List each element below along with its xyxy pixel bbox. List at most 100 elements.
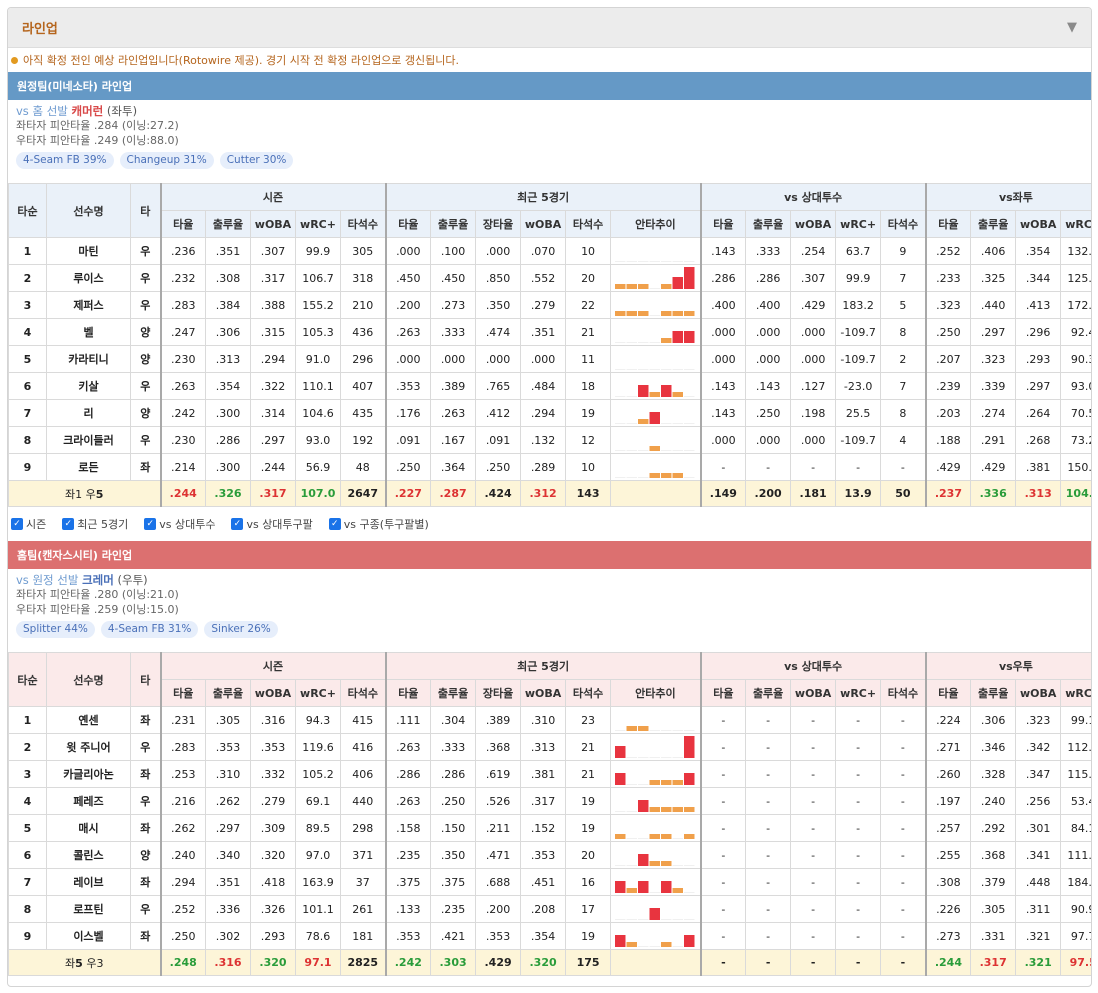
checkbox-checked-icon[interactable]: ✓	[328, 518, 341, 530]
stat-r-4: 21	[565, 318, 612, 346]
col-season-1[interactable]: 출루율	[205, 679, 251, 707]
opposing-pitcher-name[interactable]: 크레머	[82, 573, 114, 587]
pitch-type-pill: 4-Seam FB 39%	[16, 152, 114, 169]
col-recent-0[interactable]: 타율	[384, 210, 432, 238]
hit-trend-cell	[610, 706, 702, 734]
col-vsp-4[interactable]: 타석수	[880, 679, 927, 707]
col-recent-5[interactable]: 안타추이	[610, 679, 702, 707]
stat-p-2: .297	[1015, 372, 1062, 400]
home-pitcher-info: vs 원정 선발 크레머 (우투) 좌타자 피안타율 .280 (이닝:21.0)…	[8, 569, 1091, 652]
checkbox-checked-icon[interactable]: ✓	[11, 518, 23, 530]
stat-r-4: 22	[565, 291, 612, 319]
col-season-3[interactable]: wRC+	[295, 210, 341, 238]
opposing-pitcher-name[interactable]: 캐머런	[72, 104, 104, 118]
stat-v-3: -	[835, 706, 882, 734]
col-recent-1[interactable]: 출루율	[430, 679, 477, 707]
col-hand-0[interactable]: 타율	[924, 210, 972, 238]
stat-r-2: .526	[475, 787, 522, 815]
col-recent-2[interactable]: 장타율	[475, 210, 522, 238]
stat-v-4: -	[880, 453, 927, 481]
checkbox-checked-icon[interactable]: ✓	[144, 518, 157, 530]
player-name[interactable]: 제퍼스	[46, 291, 131, 319]
notice-text: 아직 확정 전인 예상 라인업입니다(Rotowire 제공). 경기 시작 전…	[23, 54, 460, 67]
col-hand-2[interactable]: wOBA	[1015, 210, 1062, 238]
col-recent-5[interactable]: 안타추이	[610, 210, 702, 238]
player-row: 4 벨 양 .247.306.315 105.3 436.263.333.474.351 2…	[8, 318, 1091, 346]
col-recent-2[interactable]: 장타율	[475, 679, 522, 707]
filter-checkbox[interactable]: ✓ vs 상대투구팔	[231, 516, 313, 532]
stat-p-2: .311	[1015, 895, 1062, 923]
col-season-2[interactable]: wOBA	[250, 210, 296, 238]
player-name[interactable]: 키살	[46, 372, 131, 400]
col-vsp-3[interactable]: wRC+	[835, 210, 882, 238]
col-hand-1[interactable]: 출루율	[970, 210, 1017, 238]
triangle-down-icon[interactable]: ▼	[1067, 20, 1077, 35]
stat-v-1: -	[745, 841, 792, 869]
col-recent-4[interactable]: 타석수	[565, 679, 612, 707]
player-name[interactable]: 루이스	[46, 264, 131, 292]
col-vsp-2[interactable]: wOBA	[790, 679, 837, 707]
player-name[interactable]: 크라이들러	[46, 426, 131, 454]
col-season-0[interactable]: 타율	[159, 210, 206, 238]
col-season-4[interactable]: 타석수	[339, 679, 387, 707]
player-name[interactable]: 이스벨	[46, 922, 131, 950]
player-name[interactable]: 옌센	[46, 706, 131, 734]
player-name[interactable]: 벨	[46, 318, 131, 346]
hit-trend-bar	[626, 942, 638, 947]
col-recent-3[interactable]: wOBA	[520, 679, 567, 707]
stat-s-1: .286	[205, 426, 251, 454]
col-vsp-1[interactable]: 출루율	[745, 679, 792, 707]
player-row: 5 카라티니 양 .230.313.294 91.0 296.000.000.000.00…	[8, 345, 1091, 373]
col-hand-1[interactable]: 출루율	[970, 679, 1017, 707]
col-vsp-3[interactable]: wRC+	[835, 679, 882, 707]
rhb-avg-against: 우타자 피안타율 .259 (이닝:15.0)	[16, 602, 179, 616]
stat-p-2: .347	[1015, 760, 1062, 788]
col-recent-4[interactable]: 타석수	[565, 210, 612, 238]
col-season-1[interactable]: 출루율	[205, 210, 251, 238]
col-hand-0[interactable]: 타율	[924, 679, 972, 707]
stat-r-0: .263	[384, 733, 432, 761]
stat-r-2: .412	[475, 399, 522, 427]
filter-checkbox[interactable]: ✓ 시즌	[11, 516, 46, 532]
checkbox-checked-icon[interactable]: ✓	[62, 518, 75, 530]
filter-checkbox[interactable]: ✓ vs 상대투수	[144, 516, 215, 532]
col-vsp-4[interactable]: 타석수	[880, 210, 927, 238]
player-name[interactable]: 매시	[46, 814, 131, 842]
col-vsp-0[interactable]: 타율	[699, 210, 747, 238]
col-recent-0[interactable]: 타율	[384, 679, 432, 707]
col-season-4[interactable]: 타석수	[339, 210, 387, 238]
stat-r-4: 21	[565, 733, 612, 761]
hit-trend-bar	[649, 392, 661, 397]
player-name[interactable]: 레이브	[46, 868, 131, 896]
col-vsp-1[interactable]: 출루율	[745, 210, 792, 238]
col-recent-1[interactable]: 출루율	[430, 210, 477, 238]
col-hand-3[interactable]: wRC+	[1060, 679, 1091, 707]
col-season-0[interactable]: 타율	[159, 679, 206, 707]
player-name[interactable]: 마틴	[46, 237, 131, 265]
col-vsp-2[interactable]: wOBA	[790, 210, 837, 238]
stat-v-1: -	[745, 760, 792, 788]
player-name[interactable]: 카글리아논	[46, 760, 131, 788]
lineup-panel-header[interactable]: 라인업 ▼	[8, 8, 1091, 48]
player-name[interactable]: 로프틴	[46, 895, 131, 923]
hit-trend-bar	[661, 338, 672, 343]
filter-checkbox[interactable]: ✓ vs 구종(투구팔별)	[328, 516, 429, 532]
player-name[interactable]: 페레즈	[46, 787, 131, 815]
col-hand-3[interactable]: wRC+	[1060, 210, 1091, 238]
stat-r-3: .132	[520, 426, 567, 454]
player-name[interactable]: 콜린스	[46, 841, 131, 869]
checkbox-checked-icon[interactable]: ✓	[231, 518, 244, 530]
filter-checkbox[interactable]: ✓ 최근 5경기	[62, 516, 128, 532]
player-name[interactable]: 카라티니	[46, 345, 131, 373]
stat-r-4: 20	[565, 264, 612, 292]
col-vsp-0[interactable]: 타율	[699, 679, 747, 707]
col-season-3[interactable]: wRC+	[295, 679, 341, 707]
hit-trend-chart	[615, 854, 695, 866]
col-recent-3[interactable]: wOBA	[520, 210, 567, 238]
col-season-2[interactable]: wOBA	[250, 679, 296, 707]
stat-p-0: .308	[924, 868, 972, 896]
col-hand-2[interactable]: wOBA	[1015, 679, 1062, 707]
player-name[interactable]: 윗 주니어	[46, 733, 131, 761]
player-name[interactable]: 리	[46, 399, 131, 427]
player-name[interactable]: 로든	[46, 453, 131, 481]
